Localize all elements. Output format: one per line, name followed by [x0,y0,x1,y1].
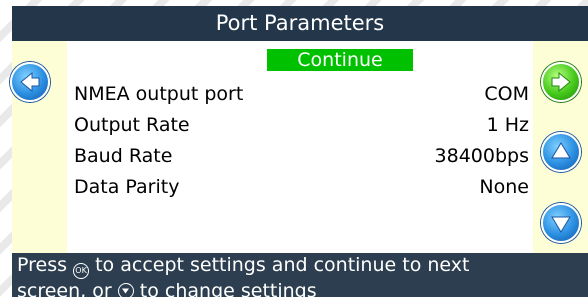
continue-button[interactable]: Continue [267,49,413,71]
settings-panel: Continue NMEA output port COM Output Rat… [67,41,533,253]
page-title: Port Parameters [215,11,385,35]
instruction-bar: Press OK to accept settings and continue… [12,253,588,302]
setting-value: None [479,176,529,198]
settings-row-baud-rate[interactable]: Baud Rate 38400bps [74,141,529,171]
setting-value: 1 Hz [486,114,529,136]
down-arrow-icon[interactable] [541,203,581,243]
setting-label: Baud Rate [74,145,173,167]
left-button-column [10,41,67,253]
left-arrow-icon[interactable] [10,62,50,102]
right-arrow-icon[interactable] [541,62,581,102]
instruction-line-1: Press OK to accept settings and continue… [17,253,588,279]
setting-value: 38400bps [434,145,529,167]
ok-key-icon: OK [73,263,90,279]
up-arrow-icon[interactable] [541,132,581,172]
setting-label: Output Rate [74,114,190,136]
title-bar: Port Parameters [12,6,588,41]
setting-label: Data Parity [74,176,180,198]
right-button-column [533,41,588,253]
display-screen: Port Parameters Continue NMEA output por… [10,6,588,302]
setting-value: COM [484,83,529,105]
settings-row-data-parity[interactable]: Data Parity None [74,172,529,202]
setting-label: NMEA output port [74,83,244,105]
settings-row-nmea-output-port[interactable]: NMEA output port COM [74,79,529,109]
settings-row-output-rate[interactable]: Output Rate 1 Hz [74,110,529,140]
instruction-line-2: screen, or to change settings [17,280,317,302]
